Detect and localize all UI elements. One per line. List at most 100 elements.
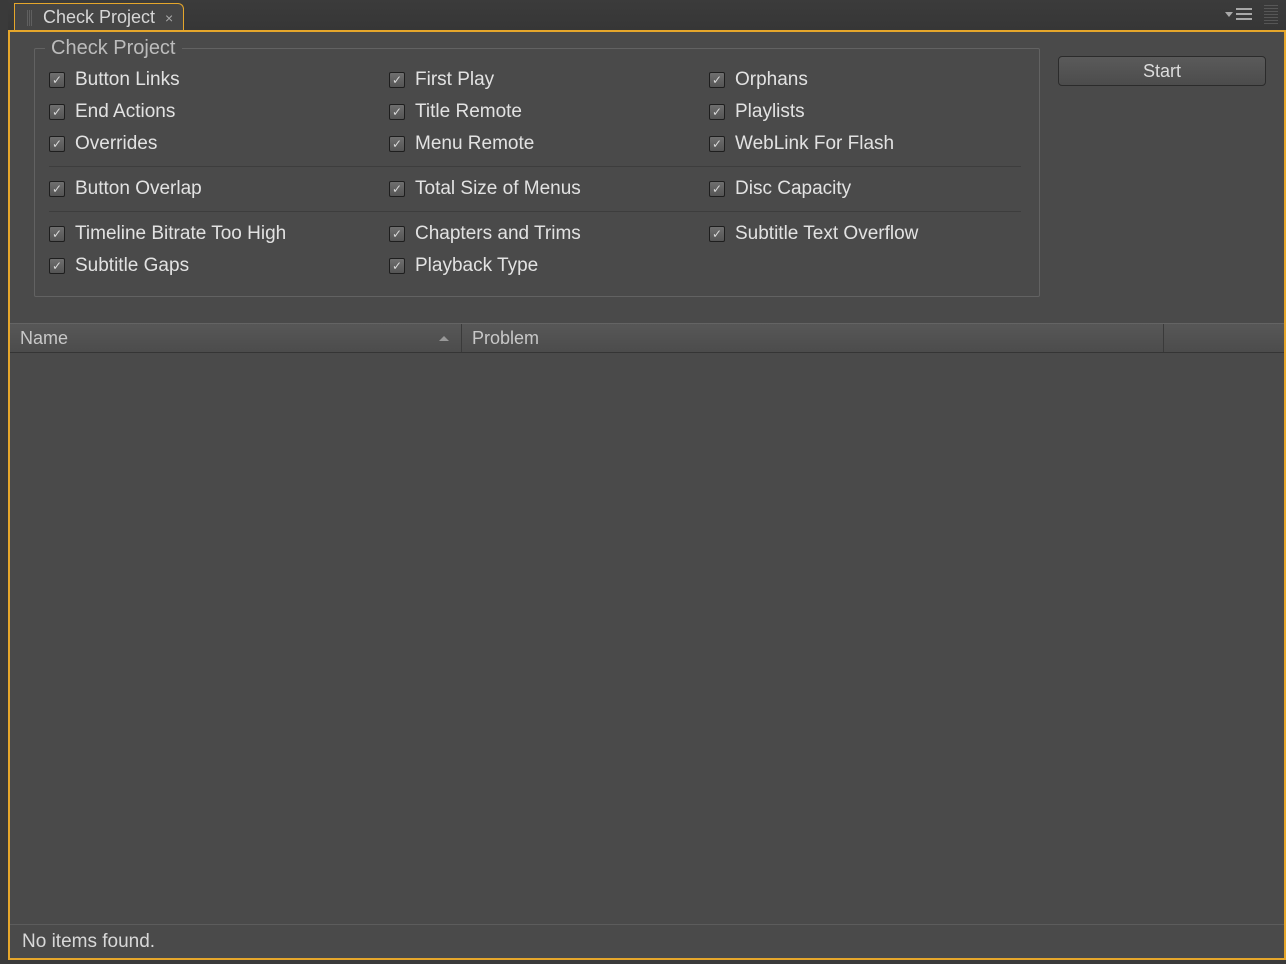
column-problem[interactable]: Problem: [462, 324, 1164, 352]
checkbox-total-size-of-menus[interactable]: ✓ Total Size of Menus: [385, 173, 705, 205]
check-project-group: Check Project ✓Button Links✓First Play✓O…: [34, 48, 1040, 297]
checkbox-subtitle-text-overflow[interactable]: ✓ Subtitle Text Overflow: [705, 218, 1025, 250]
checkbox-label: Button Links: [75, 69, 180, 91]
tab-grip-icon: [27, 10, 33, 26]
group-legend: Check Project: [45, 37, 182, 60]
checkbox-box: ✓: [49, 104, 65, 120]
start-button-label: Start: [1143, 61, 1181, 82]
panel-grip-icon[interactable]: [1264, 4, 1278, 24]
checkbox-label: Chapters and Trims: [415, 223, 581, 245]
checkmark-icon: ✓: [52, 260, 62, 272]
checkbox-weblink-for-flash[interactable]: ✓ WebLink For Flash: [705, 128, 1025, 160]
checkmark-icon: ✓: [712, 138, 722, 150]
checkbox-subtitle-gaps[interactable]: ✓ Subtitle Gaps: [45, 250, 385, 282]
checkbox-label: Title Remote: [415, 101, 522, 123]
tab-bar: Check Project ×: [8, 0, 1286, 30]
checkmark-icon: ✓: [712, 228, 722, 240]
checkbox-label: Total Size of Menus: [415, 178, 581, 200]
checkbox-label: Disc Capacity: [735, 178, 851, 200]
separator: [49, 166, 1021, 167]
empty-cell: [705, 250, 1025, 282]
start-column: Start: [1058, 48, 1266, 86]
checkbox-box: ✓: [389, 181, 405, 197]
checkmark-icon: ✓: [52, 228, 62, 240]
checkbox-box: ✓: [709, 181, 725, 197]
checkbox-box: ✓: [389, 258, 405, 274]
checkmark-icon: ✓: [52, 74, 62, 86]
checkbox-box: ✓: [49, 72, 65, 88]
checkbox-orphans[interactable]: ✓ Orphans: [705, 64, 1025, 96]
checkmark-icon: ✓: [392, 260, 402, 272]
checkbox-box: ✓: [49, 181, 65, 197]
checkbox-box: ✓: [709, 104, 725, 120]
checkmark-icon: ✓: [392, 228, 402, 240]
menu-lines-icon: [1236, 7, 1252, 21]
checkbox-menu-remote[interactable]: ✓ Menu Remote: [385, 128, 705, 160]
status-bar: No items found.: [10, 924, 1284, 958]
checkbox-button-links[interactable]: ✓ Button Links: [45, 64, 385, 96]
close-icon[interactable]: ×: [163, 10, 175, 26]
checkbox-label: End Actions: [75, 101, 175, 123]
checkbox-chapters-and-trims[interactable]: ✓ Chapters and Trims: [385, 218, 705, 250]
checkbox-box: ✓: [389, 104, 405, 120]
checkmark-icon: ✓: [712, 183, 722, 195]
checkbox-button-overlap[interactable]: ✓ Button Overlap: [45, 173, 385, 205]
checkbox-box: ✓: [709, 226, 725, 242]
checkmark-icon: ✓: [392, 183, 402, 195]
options-row: Check Project ✓ Button Links ✓ First Play ✓ O…: [10, 32, 1284, 305]
panel-menu-button[interactable]: [1220, 5, 1256, 23]
checkbox-disc-capacity[interactable]: ✓ Disc Capacity: [705, 173, 1025, 205]
checkbox-label: Orphans: [735, 69, 808, 91]
checkbox-playlists[interactable]: ✓ Playlists: [705, 96, 1025, 128]
checkbox-label: First Play: [415, 69, 494, 91]
checkbox-first-play[interactable]: ✓ First Play: [385, 64, 705, 96]
checkbox-title-remote[interactable]: ✓ Title Remote: [385, 96, 705, 128]
column-spacer[interactable]: [1164, 324, 1284, 352]
checkbox-label: Menu Remote: [415, 133, 534, 155]
checkbox-box: ✓: [49, 258, 65, 274]
checkbox-overrides[interactable]: ✓ Overrides: [45, 128, 385, 160]
checkbox-timeline-bitrate-too-high[interactable]: ✓ Timeline Bitrate Too High: [45, 218, 385, 250]
checkbox-label: Subtitle Gaps: [75, 255, 189, 277]
column-name[interactable]: Name: [10, 324, 462, 352]
sort-ascending-icon: [437, 334, 451, 342]
checkbox-end-actions[interactable]: ✓ End Actions: [45, 96, 385, 128]
checkmark-icon: ✓: [52, 106, 62, 118]
status-text: No items found.: [22, 931, 155, 953]
checkbox-box: ✓: [709, 72, 725, 88]
tab-title: Check Project: [43, 7, 155, 28]
checkbox-label: WebLink For Flash: [735, 133, 894, 155]
checkbox-label: Button Overlap: [75, 178, 202, 200]
start-button[interactable]: Start: [1058, 56, 1266, 86]
column-name-label: Name: [20, 328, 68, 349]
column-problem-label: Problem: [472, 328, 539, 349]
results-header: Name Problem: [10, 323, 1284, 353]
checkmark-icon: ✓: [52, 183, 62, 195]
panel-body: Check Project ✓ Button Links ✓ First Play ✓ O…: [8, 30, 1286, 960]
results-body: [10, 353, 1284, 924]
checkbox-label: Overrides: [75, 133, 157, 155]
checkbox-playback-type[interactable]: ✓ Playback Type: [385, 250, 705, 282]
checkmark-icon: ✓: [392, 74, 402, 86]
checkbox-box: ✓: [709, 136, 725, 152]
results-list: Name Problem No items found.: [10, 323, 1284, 958]
separator: [49, 211, 1021, 212]
checkbox-box: ✓: [389, 226, 405, 242]
checkmark-icon: ✓: [392, 106, 402, 118]
checkbox-box: ✓: [49, 136, 65, 152]
check-grid: ✓ Button Links ✓ First Play ✓ Orphans ✓ End Act…: [35, 64, 1039, 282]
chevron-down-icon: [1224, 9, 1234, 19]
checkmark-icon: ✓: [392, 138, 402, 150]
checkmark-icon: ✓: [712, 106, 722, 118]
checkbox-label: Playback Type: [415, 255, 538, 277]
checkbox-box: ✓: [389, 136, 405, 152]
checkbox-label: Playlists: [735, 101, 805, 123]
tab-check-project[interactable]: Check Project ×: [14, 3, 184, 31]
checkbox-label: Timeline Bitrate Too High: [75, 223, 286, 245]
checkmark-icon: ✓: [52, 138, 62, 150]
checkbox-label: Subtitle Text Overflow: [735, 223, 918, 245]
checkbox-box: ✓: [389, 72, 405, 88]
checkmark-icon: ✓: [712, 74, 722, 86]
tab-bar-right: [1220, 4, 1278, 24]
checkbox-box: ✓: [49, 226, 65, 242]
